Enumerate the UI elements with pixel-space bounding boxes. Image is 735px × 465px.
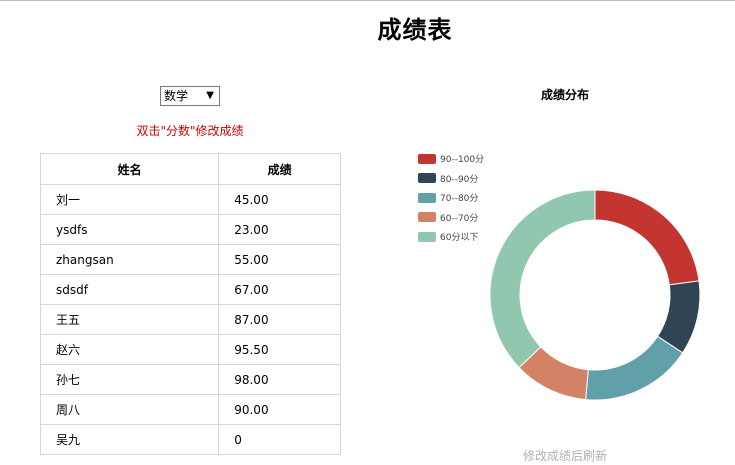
student-score[interactable]: 45.00 — [218, 184, 341, 215]
student-score[interactable]: 0 — [218, 424, 341, 455]
chart-title: 成绩分布 — [540, 88, 589, 102]
legend-item[interactable]: 90--100分 — [418, 149, 484, 169]
student-score[interactable]: 23.00 — [218, 214, 341, 245]
refresh-note: 修改成绩后刷新 — [522, 449, 607, 463]
legend-swatch — [418, 212, 436, 223]
score-table: 姓名 成绩 刘一 45.00 ysdfs 23.00 zhangsan 55.0… — [39, 153, 341, 455]
student-score[interactable]: 95.50 — [218, 334, 341, 365]
student-name: 赵六 — [39, 334, 220, 365]
student-name: ysdfs — [39, 214, 220, 245]
student-score[interactable]: 55.00 — [218, 244, 341, 275]
student-name: 吴九 — [39, 424, 220, 455]
legend-label: 60--70分 — [440, 213, 479, 224]
table-row: 赵六 95.50 — [39, 334, 341, 365]
table-row: 吴九 0 — [39, 424, 341, 455]
donut-slice[interactable] — [585, 335, 684, 401]
subject-select-value: 数学 — [164, 89, 189, 103]
header-score: 成绩 — [218, 153, 341, 185]
legend-swatch — [418, 153, 436, 164]
student-name: 孙七 — [39, 364, 220, 395]
student-name: zhangsan — [39, 244, 220, 275]
legend-label: 90--100分 — [440, 155, 485, 166]
legend-label: 70--80分 — [440, 194, 479, 205]
table-row: sdsdf 67.00 — [39, 274, 341, 305]
table-row: 孙七 98.00 — [39, 364, 341, 395]
student-score[interactable]: 67.00 — [218, 274, 341, 305]
legend-item[interactable]: 70--80分 — [418, 188, 484, 208]
student-score[interactable]: 98.00 — [218, 364, 341, 395]
legend-label: 60分以下 — [440, 233, 479, 244]
donut-slice[interactable] — [489, 189, 596, 369]
legend-item[interactable]: 80--90分 — [418, 169, 484, 189]
legend-item[interactable]: 60--70分 — [418, 208, 484, 228]
student-score[interactable]: 87.00 — [218, 304, 341, 335]
student-name: 刘一 — [39, 184, 220, 215]
student-name: sdsdf — [39, 274, 220, 305]
chart-legend: 90--100分 80--90分 70--80分 60--70分 60分以下 — [418, 149, 484, 247]
header-name: 姓名 — [39, 153, 220, 185]
student-name: 周八 — [39, 394, 220, 425]
legend-item[interactable]: 60分以下 — [418, 227, 484, 247]
legend-swatch — [418, 231, 436, 242]
legend-swatch — [418, 173, 436, 184]
table-row: 王五 87.00 — [39, 304, 341, 335]
legend-label: 80--90分 — [440, 174, 479, 185]
donut-chart — [489, 189, 701, 401]
student-score[interactable]: 90.00 — [218, 394, 341, 425]
student-name: 王五 — [39, 304, 220, 335]
subject-select[interactable]: 数学 ▼ — [160, 86, 220, 106]
table-header-row: 姓名 成绩 — [39, 153, 341, 185]
table-row: zhangsan 55.00 — [39, 244, 341, 275]
page-title: 成绩表 — [377, 16, 453, 44]
table-row: ysdfs 23.00 — [39, 214, 341, 245]
table-row: 刘一 45.00 — [39, 184, 341, 215]
edit-hint: 双击"分数"修改成绩 — [136, 124, 244, 138]
top-border — [0, 0, 735, 1]
donut-slice[interactable] — [594, 189, 700, 286]
dropdown-arrow-icon: ▼ — [206, 90, 214, 101]
legend-swatch — [418, 192, 436, 203]
table-row: 周八 90.00 — [39, 394, 341, 425]
